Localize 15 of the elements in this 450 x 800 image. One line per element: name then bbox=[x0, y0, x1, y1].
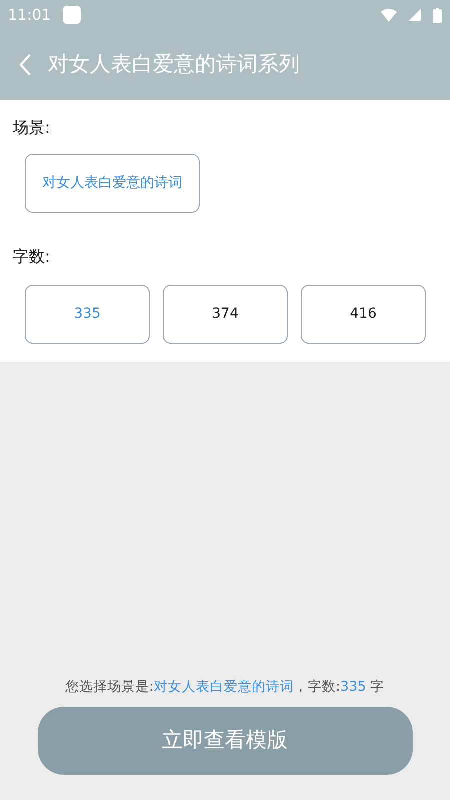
option-chip[interactable]: 416 bbox=[301, 285, 426, 344]
battery-icon bbox=[433, 8, 442, 22]
selection-summary: 您选择场景是:对女人表白爱意的诗词，字数:335 字 bbox=[64, 678, 386, 697]
notification-icon bbox=[63, 6, 82, 24]
back-icon bbox=[18, 53, 32, 77]
status-time: 11:01 bbox=[8, 4, 52, 26]
page-title: 对女人表白爱意的诗词系列 bbox=[48, 51, 300, 78]
option-chip[interactable]: 335 bbox=[25, 285, 150, 344]
view-template-button[interactable]: 立即查看模版 bbox=[38, 707, 412, 775]
wifi-icon bbox=[381, 8, 397, 22]
section-label: 场景: bbox=[13, 117, 52, 139]
option-chip[interactable]: 374 bbox=[163, 285, 288, 344]
signal-icon bbox=[409, 9, 421, 21]
option-chip[interactable]: 对女人表白爱意的诗词 bbox=[25, 154, 200, 213]
section-label: 字数: bbox=[13, 246, 52, 268]
